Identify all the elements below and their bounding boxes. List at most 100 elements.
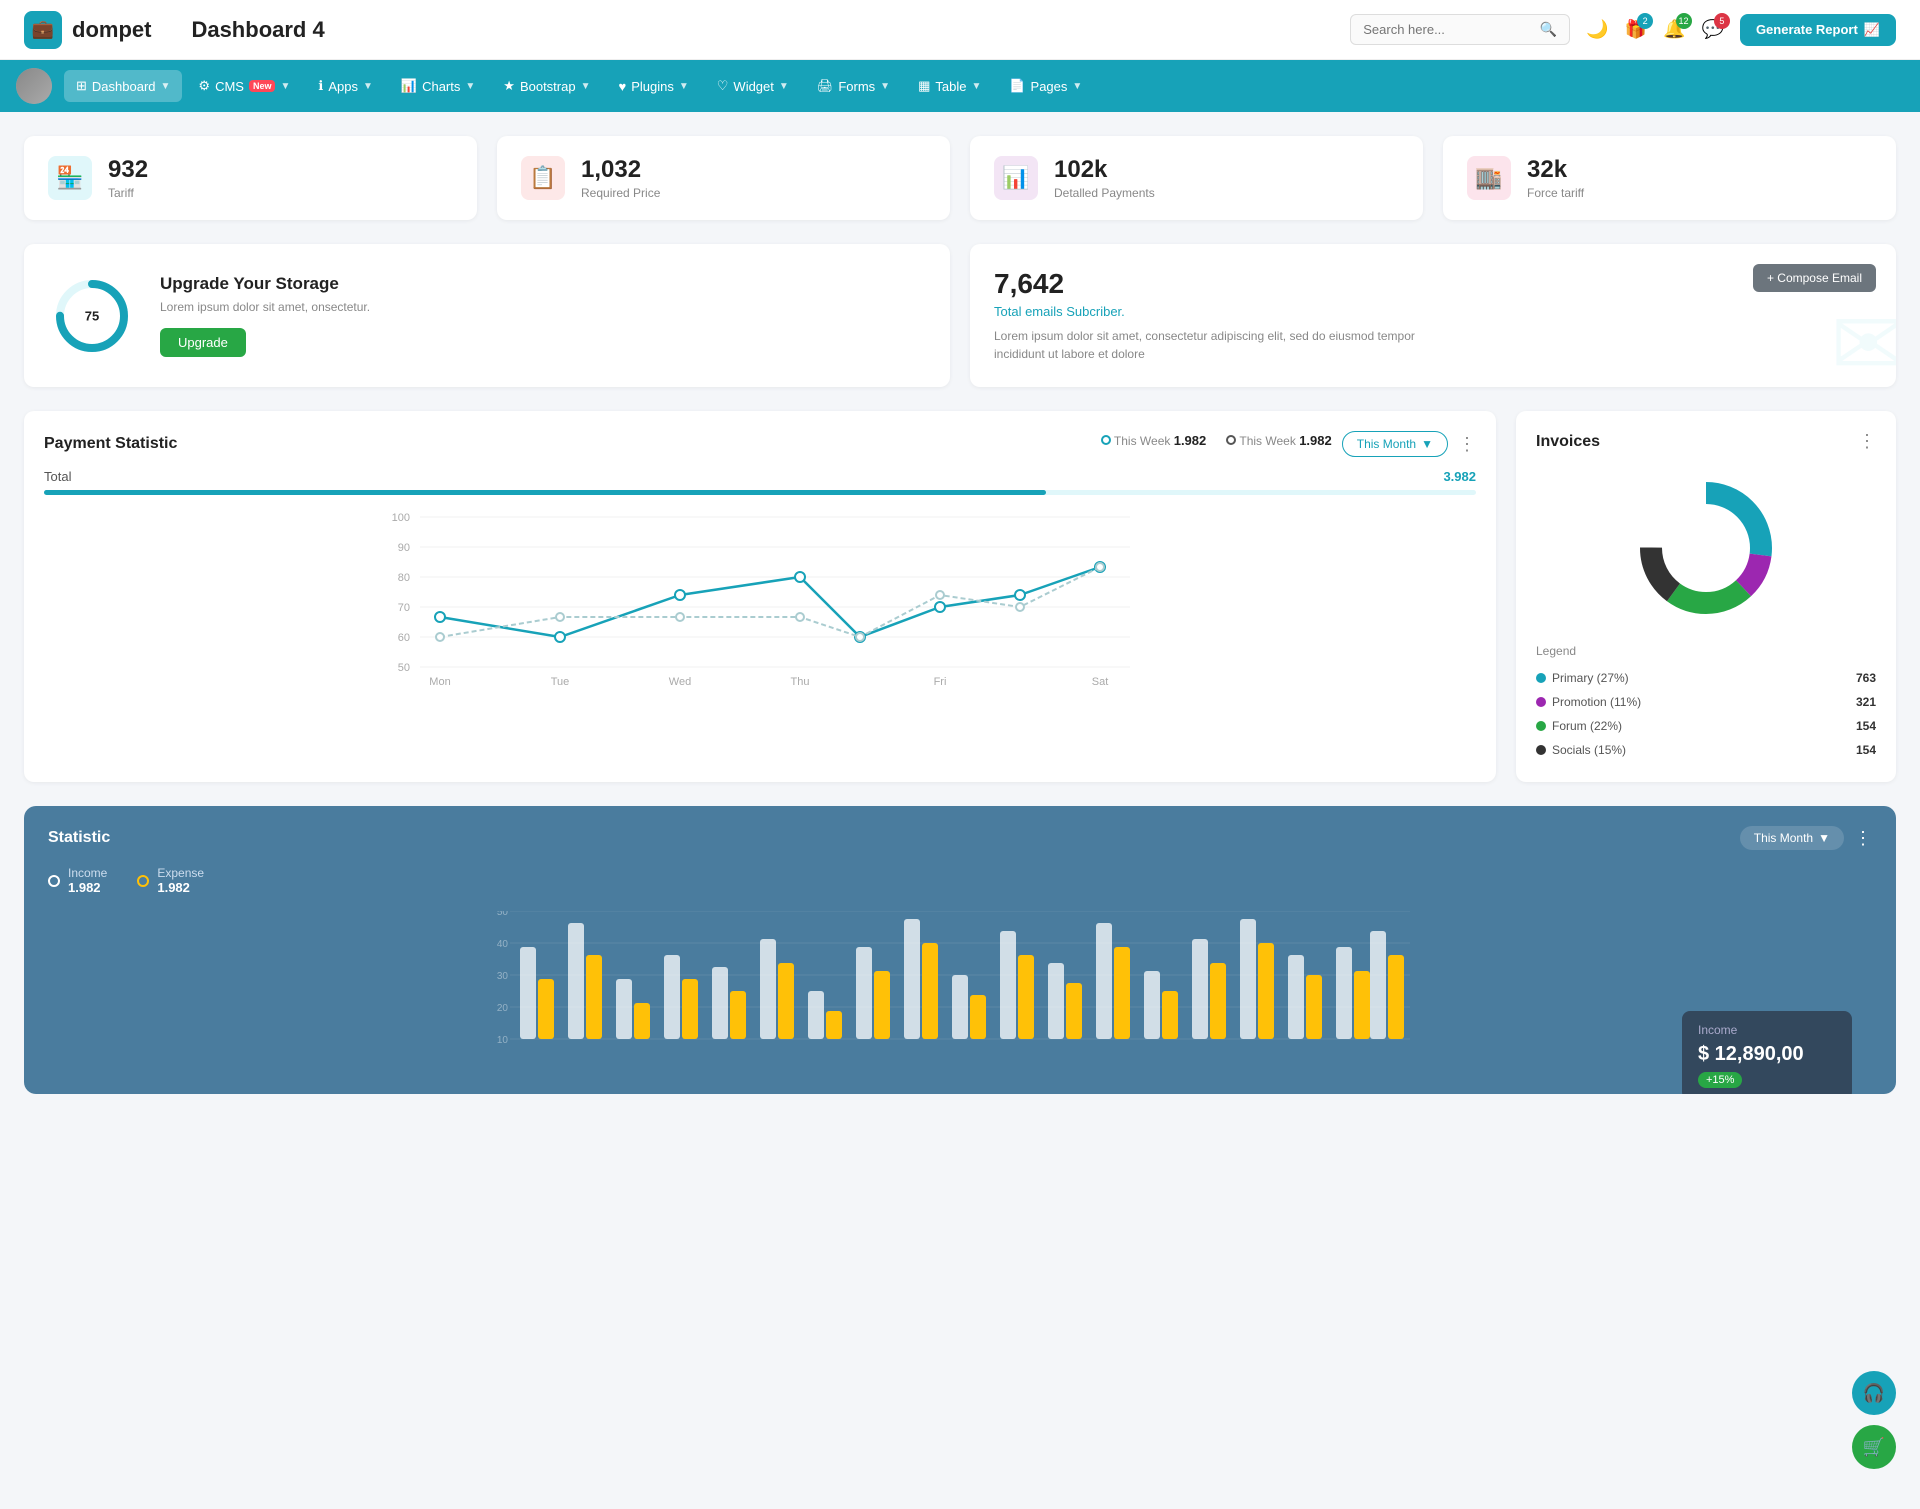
invoices-dots-button[interactable]: ⋮	[1858, 431, 1876, 452]
dashboard-icon: ⊞	[76, 78, 87, 94]
svg-text:70: 70	[398, 602, 410, 614]
bootstrap-arrow: ▼	[581, 81, 591, 92]
payment-dots-button[interactable]: ⋮	[1458, 434, 1476, 455]
promotion-color	[1536, 697, 1546, 707]
plugins-icon: ♥	[619, 79, 627, 94]
widget-arrow: ▼	[779, 81, 789, 92]
statistic-month-label: This Month	[1754, 831, 1813, 845]
search-box[interactable]: 🔍	[1350, 14, 1570, 45]
email-card: + Compose Email 7,642 Total emails Subcr…	[970, 244, 1896, 387]
svg-text:Tue: Tue	[551, 676, 570, 688]
svg-text:Wed: Wed	[669, 676, 691, 688]
statistic-section: Statistic This Month ▼ ⋮ Income 1.982 Ex…	[24, 806, 1896, 1094]
top-header: 💼 dompet Dashboard 4 🔍 🌙 🎁 2 🔔 12 💬 5 Ge…	[0, 0, 1920, 60]
expense-legend-val: 1.982	[157, 880, 204, 895]
headphone-float-button[interactable]: 🎧	[1852, 1371, 1896, 1415]
nav-apps-label: Apps	[328, 79, 358, 94]
logo-icon: 💼	[24, 11, 62, 49]
svg-text:60: 60	[398, 632, 410, 644]
required-price-label: Required Price	[581, 186, 660, 200]
sidebar-item-forms[interactable]: 🖨 Forms ▼	[805, 70, 902, 102]
sidebar-item-plugins[interactable]: ♥ Plugins ▼	[607, 71, 701, 102]
sidebar-item-widget[interactable]: ♡ Widget ▼	[705, 70, 801, 102]
expense-legend-label: Expense	[157, 866, 204, 880]
upgrade-button[interactable]: Upgrade	[160, 328, 246, 357]
table-arrow: ▼	[971, 81, 981, 92]
gift-icon[interactable]: 🎁 2	[1625, 19, 1647, 40]
pages-arrow: ▼	[1072, 81, 1082, 92]
sidebar-item-table[interactable]: ▦ Table ▼	[906, 70, 993, 102]
charts-icon: 📊	[401, 78, 417, 94]
sidebar-item-apps[interactable]: ℹ Apps ▼	[306, 70, 385, 102]
svg-text:20: 20	[497, 1003, 509, 1014]
required-price-icon: 📋	[521, 156, 565, 200]
nav-dashboard-label: Dashboard	[92, 79, 156, 94]
main-content: 🏪 932 Tariff 📋 1,032 Required Price 📊 10…	[0, 112, 1920, 1118]
storage-desc: Lorem ipsum dolor sit amet, onsectetur.	[160, 300, 370, 314]
tariff-value: 932	[108, 156, 148, 184]
moon-icon[interactable]: 🌙	[1586, 19, 1608, 40]
legend-list: Primary (27%) 763 Promotion (11%) 321 Fo…	[1536, 666, 1876, 762]
chat-icon[interactable]: 💬 5	[1702, 19, 1724, 40]
dashboard-arrow: ▼	[161, 81, 171, 92]
legend-title: Legend	[1536, 644, 1876, 658]
expense-dot	[137, 875, 149, 887]
detailed-payments-value: 102k	[1054, 156, 1155, 184]
required-price-info: 1,032 Required Price	[581, 156, 660, 200]
sidebar-item-charts[interactable]: 📊 Charts ▼	[389, 70, 487, 102]
primary-value: 763	[1856, 671, 1876, 685]
payment-progress-fill	[44, 490, 1046, 495]
income-badge: +15%	[1698, 1072, 1742, 1088]
legend-label-1: This Week	[1114, 434, 1170, 448]
svg-text:Fri: Fri	[934, 676, 947, 688]
line-chart-container: 100 90 80 70 60 50	[44, 507, 1476, 690]
svg-text:80: 80	[398, 572, 410, 584]
legend-item-primary: Primary (27%) 763	[1536, 666, 1876, 690]
generate-report-button[interactable]: Generate Report 📈	[1740, 14, 1896, 46]
chart-header: Payment Statistic This Week 1.982 This W…	[44, 431, 1476, 457]
legend-val-2: 1.982	[1299, 433, 1332, 448]
income-amount: $ 12,890,00	[1698, 1043, 1836, 1066]
apps-arrow: ▼	[363, 81, 373, 92]
legend-dot-dark	[1226, 435, 1236, 445]
donut-container	[1536, 468, 1876, 628]
search-icon: 🔍	[1540, 21, 1557, 38]
charts-arrow: ▼	[465, 81, 475, 92]
sidebar-item-cms[interactable]: ⚙ CMS New ▼	[186, 70, 302, 102]
sidebar-item-bootstrap[interactable]: ★ Bootstrap ▼	[491, 70, 602, 102]
nav-bar: ⊞ Dashboard ▼ ⚙ CMS New ▼ ℹ Apps ▼ 📊 Cha…	[0, 60, 1920, 112]
svg-text:40: 40	[497, 939, 509, 950]
sidebar-item-pages[interactable]: 📄 Pages ▼	[997, 70, 1094, 102]
promotion-label: Promotion (11%)	[1552, 695, 1641, 709]
income-legend-label: Income	[68, 866, 107, 880]
search-input[interactable]	[1363, 22, 1532, 37]
nav-cms-label: CMS	[215, 79, 244, 94]
svg-text:10: 10	[497, 1035, 509, 1046]
sidebar-item-dashboard[interactable]: ⊞ Dashboard ▼	[64, 70, 182, 102]
svg-text:90: 90	[398, 542, 410, 554]
payment-statistic-card: Payment Statistic This Week 1.982 This W…	[24, 411, 1496, 782]
total-row: Total 3.982	[44, 469, 1476, 484]
legend-label-2: This Week	[1239, 434, 1295, 448]
force-tariff-icon: 🏬	[1467, 156, 1511, 200]
statistic-dots-button[interactable]: ⋮	[1854, 828, 1872, 849]
chat-badge: 5	[1714, 13, 1730, 29]
statistic-title: Statistic	[48, 829, 110, 847]
bell-icon[interactable]: 🔔 12	[1663, 19, 1685, 40]
stat-card-detailed-payments: 📊 102k Detalled Payments	[970, 136, 1423, 220]
mid-section: 75 Upgrade Your Storage Lorem ipsum dolo…	[24, 244, 1896, 387]
page-title: Dashboard 4	[191, 17, 324, 43]
statistic-header: Statistic This Month ▼ ⋮	[48, 826, 1872, 850]
email-bg-icon: ✉	[1831, 292, 1896, 387]
email-count: 7,642	[994, 268, 1872, 300]
email-desc: Lorem ipsum dolor sit amet, consectetur …	[994, 327, 1444, 363]
compose-email-button[interactable]: + Compose Email	[1753, 264, 1876, 292]
cart-float-button[interactable]: 🛒	[1852, 1425, 1896, 1469]
socials-label: Socials (15%)	[1552, 743, 1626, 757]
statistic-this-month-button[interactable]: This Month ▼	[1740, 826, 1844, 850]
this-month-button[interactable]: This Month ▼	[1342, 431, 1448, 457]
required-price-value: 1,032	[581, 156, 660, 184]
expense-legend-item: Expense 1.982	[137, 866, 204, 895]
detailed-payments-info: 102k Detalled Payments	[1054, 156, 1155, 200]
chart-controls: This Week 1.982 This Week 1.982 This Mon…	[1101, 431, 1476, 457]
